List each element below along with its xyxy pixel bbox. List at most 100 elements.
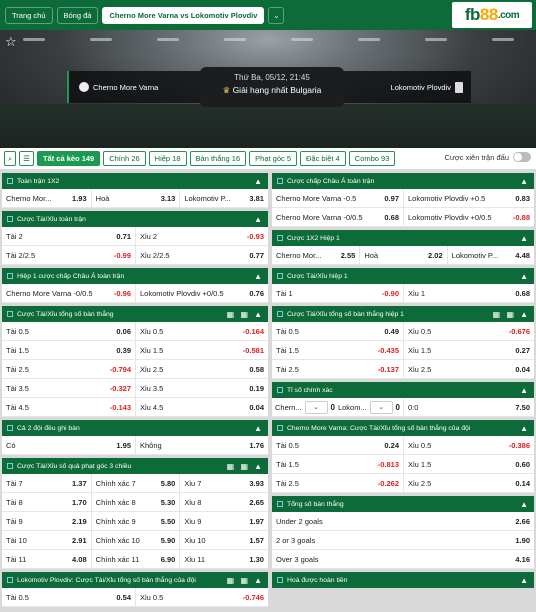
odds-cell[interactable]: Tài 0.5 0.06 (2, 322, 135, 340)
odds-cell[interactable]: Tài 3.5 -0.327 (2, 379, 135, 397)
odds-cell[interactable]: Xỉu 1.5 0.27 (403, 341, 534, 359)
odds-cell[interactable]: Xỉu 1 0.68 (403, 284, 534, 302)
odds-cell[interactable]: Tài 1 -0.90 (272, 284, 403, 302)
score-decrement-button[interactable]: ⌄ (369, 400, 393, 414)
nav-match-button[interactable]: Cherno More Varna vs Lokomotiv Plovdiv (102, 6, 265, 24)
pin-icon[interactable] (7, 311, 13, 317)
odds-cell[interactable]: Tài 1.5 -0.435 (272, 341, 403, 359)
odds-cell[interactable]: Không 1.76 (135, 436, 268, 454)
parlay-toggle[interactable]: Cược xiên trận đấu (444, 152, 531, 162)
odds-cell[interactable]: Cherno More Varna -0/0.5 0.68 (272, 208, 403, 226)
odds-cell[interactable]: Xỉu 7 3.93 (179, 474, 268, 492)
odds-cell[interactable]: Lokomotiv P... 4.48 (446, 246, 534, 264)
market-header[interactable]: Cược Tài/Xỉu hiệp 1 ▲ (272, 268, 534, 284)
odds-cell[interactable]: Xỉu 10 1.57 (179, 531, 268, 549)
market-header[interactable]: Cherno More Varna: Cược Tài/Xỉu tổng số … (272, 420, 534, 436)
collapse-caret-icon[interactable]: ▲ (254, 424, 262, 433)
nav-football-button[interactable]: Bóng đá (56, 6, 99, 24)
odds-cell[interactable]: Chính xác 7 5.80 (90, 474, 180, 492)
odds-cell[interactable]: Tài 2.5 -0.137 (272, 360, 403, 378)
grid-view-icon[interactable]: ▦ ▦ (227, 576, 250, 585)
odds-cell[interactable]: Có 1.95 (2, 436, 135, 454)
score-decrement-button[interactable]: ⌄ (304, 400, 328, 414)
collapse-caret-icon[interactable]: ▲ (520, 272, 528, 281)
tab-corners[interactable]: Phạt góc 5 (249, 151, 298, 166)
chevron-down-icon[interactable]: ⌄ (268, 6, 285, 24)
search-icon[interactable]: ⌕ (4, 151, 17, 166)
pin-icon[interactable] (277, 311, 283, 317)
odds-cell[interactable]: Tài 7 1.37 (2, 474, 91, 492)
odds-cell[interactable]: Tài 8 1.70 (2, 493, 91, 511)
odds-cell[interactable]: Xỉu 4.5 0.04 (135, 398, 268, 416)
pin-icon[interactable] (277, 577, 283, 583)
odds-cell[interactable]: Xỉu 2.5 0.14 (403, 474, 534, 492)
odds-cell[interactable]: Tài 9 2.19 (2, 512, 91, 530)
market-header[interactable]: Cược chấp Châu Á toàn trận ▲ (272, 173, 534, 189)
odds-cell[interactable]: Xỉu 0.5 -0.746 (135, 588, 268, 606)
odds-cell[interactable]: Cherno Mor... 2.55 (272, 246, 359, 264)
market-header[interactable]: Tổng số bàn thắng ▲ (272, 496, 534, 512)
market-header[interactable]: Hiệp 1 cược chấp Châu Á toàn trận ▲ (2, 268, 268, 284)
odds-cell[interactable]: Chính xác 9 5.50 (90, 512, 180, 530)
pin-icon[interactable] (7, 273, 13, 279)
market-header[interactable]: Cược Tài/Xỉu tổng số bàn thắng ▦ ▦ ▲ (2, 306, 268, 322)
odds-cell[interactable]: Tài 0.5 0.49 (272, 322, 403, 340)
odds-cell[interactable]: Tài 2 0.71 (2, 227, 135, 245)
odds-cell[interactable]: Lokomotiv P... 3.81 (179, 189, 268, 207)
market-header[interactable]: Cả 2 đội đều ghi bàn ▲ (2, 420, 268, 436)
odds-cell[interactable]: 2 or 3 goals 1.90 (272, 531, 534, 549)
odds-cell[interactable]: Tài 0.5 0.24 (272, 436, 403, 454)
pin-icon[interactable] (277, 501, 283, 507)
collapse-caret-icon[interactable]: ▲ (520, 177, 528, 186)
odds-cell[interactable]: Chính xác 11 6.90 (90, 550, 180, 568)
odds-cell[interactable]: Xỉu 2/2.5 0.77 (135, 246, 268, 264)
tab-special[interactable]: Đặc biệt 4 (300, 151, 346, 166)
collapse-caret-icon[interactable]: ▲ (254, 576, 262, 585)
tab-half[interactable]: Hiệp 18 (148, 151, 187, 166)
collapse-caret-icon[interactable]: ▲ (254, 215, 262, 224)
odds-cell[interactable]: Cherno More Varna -0.5 0.97 (272, 189, 403, 207)
odds-cell[interactable]: Xỉu 1.5 0.60 (403, 455, 534, 473)
pin-icon[interactable] (277, 425, 283, 431)
odds-cell[interactable]: Cherno Mor... 1.93 (2, 189, 91, 207)
tab-all[interactable]: Tất cả kèo 149 (36, 151, 101, 166)
odds-cell[interactable]: Tài 10 2.91 (2, 531, 91, 549)
odds-cell[interactable]: Tài 2.5 -0.262 (272, 474, 403, 492)
odds-cell[interactable]: Tài 1.5 0.39 (2, 341, 135, 359)
brand-logo[interactable]: fb 88 .com (452, 2, 532, 28)
collapse-caret-icon[interactable]: ▲ (254, 310, 262, 319)
odds-cell[interactable]: Xỉu 2 -0.93 (135, 227, 268, 245)
collapse-caret-icon[interactable]: ▲ (520, 424, 528, 433)
collapse-caret-icon[interactable]: ▲ (254, 177, 262, 186)
pin-icon[interactable] (7, 577, 13, 583)
grid-view-icon[interactable]: ▦ ▦ (227, 462, 250, 471)
odds-cell[interactable]: Lokomotiv Plovdiv +0.5 0.83 (403, 189, 534, 207)
market-header[interactable]: Tỉ số chính xác ▲ (272, 382, 534, 398)
pin-icon[interactable] (7, 463, 13, 469)
odds-cell[interactable]: Xỉu 2.5 0.04 (403, 360, 534, 378)
odds-cell[interactable]: Xỉu 3.5 0.19 (135, 379, 268, 397)
odds-cell[interactable]: Tài 2/2.5 -0.99 (2, 246, 135, 264)
odds-cell[interactable]: Lokomotiv Plovdiv +0/0.5 -0.88 (403, 208, 534, 226)
odds-cell[interactable]: Tài 0.5 0.54 (2, 588, 135, 606)
odds-cell[interactable]: Xỉu 11 1.30 (179, 550, 268, 568)
market-header[interactable]: Hoà được hoàn tiền ▲ (272, 572, 534, 588)
filter-icon[interactable]: ☰ (19, 151, 34, 166)
tab-main[interactable]: Chính 26 (103, 151, 146, 166)
odds-cell[interactable]: Hoà 3.13 (90, 189, 180, 207)
nav-home-button[interactable]: Trang chủ (5, 6, 53, 24)
odds-cell[interactable]: Xỉu 1.5 -0.581 (135, 341, 268, 359)
odds-cell[interactable]: Under 2 goals 2.66 (272, 512, 534, 530)
odds-cell[interactable]: Over 3 goals 4.16 (272, 550, 534, 568)
odds-cell[interactable]: Xỉu 0.5 -0.386 (403, 436, 534, 454)
tab-goals[interactable]: Bàn thắng 16 (189, 151, 247, 166)
collapse-caret-icon[interactable]: ▲ (520, 234, 528, 243)
toggle-switch[interactable] (513, 152, 531, 162)
market-header[interactable]: Lokomotiv Plovdiv: Cược Tài/Xỉu tổng số … (2, 572, 268, 588)
collapse-caret-icon[interactable]: ▲ (254, 462, 262, 471)
pin-icon[interactable] (7, 425, 13, 431)
odds-cell[interactable]: Chính xác 8 5.30 (90, 493, 180, 511)
pin-icon[interactable] (7, 216, 13, 222)
odds-cell[interactable]: Tài 1.5 -0.813 (272, 455, 403, 473)
pin-icon[interactable] (7, 178, 13, 184)
